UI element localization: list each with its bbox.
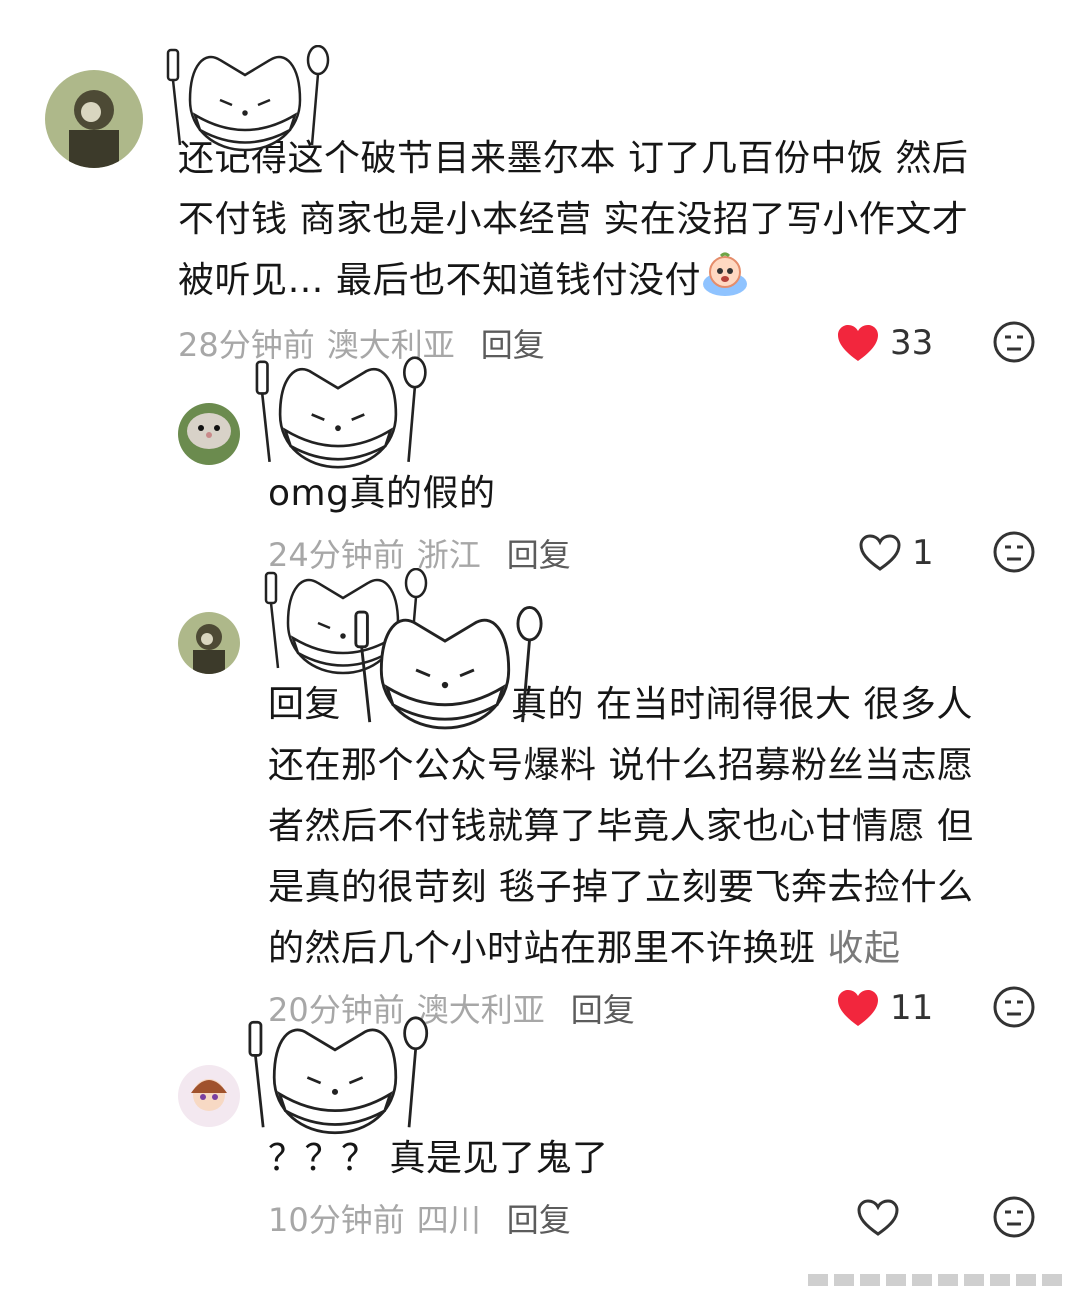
avatar[interactable] (178, 612, 240, 674)
comment-meta: 20分钟前 澳大利亚 回复 (268, 985, 635, 1031)
comment-time: 20分钟前 (268, 991, 405, 1029)
comment-meta: 10分钟前 四川 回复 (268, 1195, 571, 1241)
like-button[interactable]: 1 (858, 528, 934, 578)
comment-text: 还记得这个破节目来墨尔本 订了几百份中饭 然后 不付钱 商家也是小本经营 实在没… (178, 138, 969, 301)
like-count: 33 (890, 323, 934, 363)
heart-outline-icon (859, 534, 901, 571)
comment-location: 澳大利亚 (416, 991, 545, 1029)
comment-location: 澳大利亚 (326, 326, 455, 364)
comment-text: ？？？ 真是见了鬼了 (268, 1138, 609, 1179)
dislike-face-icon[interactable] (992, 530, 1036, 574)
heart-filled-icon (838, 325, 878, 361)
comment-location: 浙江 (416, 536, 481, 574)
reply-button[interactable]: 回复 (507, 1201, 571, 1239)
like-button[interactable] (856, 1193, 900, 1243)
cat-sticker (255, 356, 427, 469)
comment-text: omg真的假的 (268, 473, 496, 514)
comment-time: 28分钟前 (178, 326, 315, 364)
dislike-face-icon[interactable] (992, 985, 1036, 1029)
heart-outline-icon (857, 1199, 899, 1236)
reply-button[interactable]: 回复 (481, 326, 545, 364)
crying-face-emoji (702, 252, 747, 296)
like-button[interactable]: 11 (836, 983, 933, 1033)
comment-meta: 24分钟前 浙江 回复 (268, 530, 571, 576)
comment-time: 10分钟前 (268, 1201, 405, 1239)
comment-time: 24分钟前 (268, 536, 405, 574)
comment-meta: 28分钟前 澳大利亚 回复 (178, 320, 545, 366)
watermark-strip (808, 1274, 1062, 1286)
avatar[interactable] (178, 1065, 240, 1127)
collapse-button[interactable]: 收起 (827, 928, 900, 969)
like-count: 1 (912, 533, 934, 573)
dislike-face-icon[interactable] (992, 320, 1036, 364)
comment-location: 四川 (416, 1201, 481, 1239)
avatar[interactable] (178, 403, 240, 465)
dislike-face-icon[interactable] (992, 1195, 1036, 1239)
heart-filled-icon (838, 990, 878, 1026)
cat-sticker (264, 568, 428, 675)
avatar[interactable] (45, 70, 143, 168)
comment-text: 回复 真的 在当时闹得很大 很多人 还在那个公众号爆料 说什么招募粉丝当志愿 者然… (268, 684, 974, 969)
like-count: 11 (890, 988, 934, 1028)
like-button[interactable]: 33 (836, 318, 933, 368)
reply-button[interactable]: 回复 (571, 991, 635, 1029)
reply-button[interactable]: 回复 (507, 536, 571, 574)
